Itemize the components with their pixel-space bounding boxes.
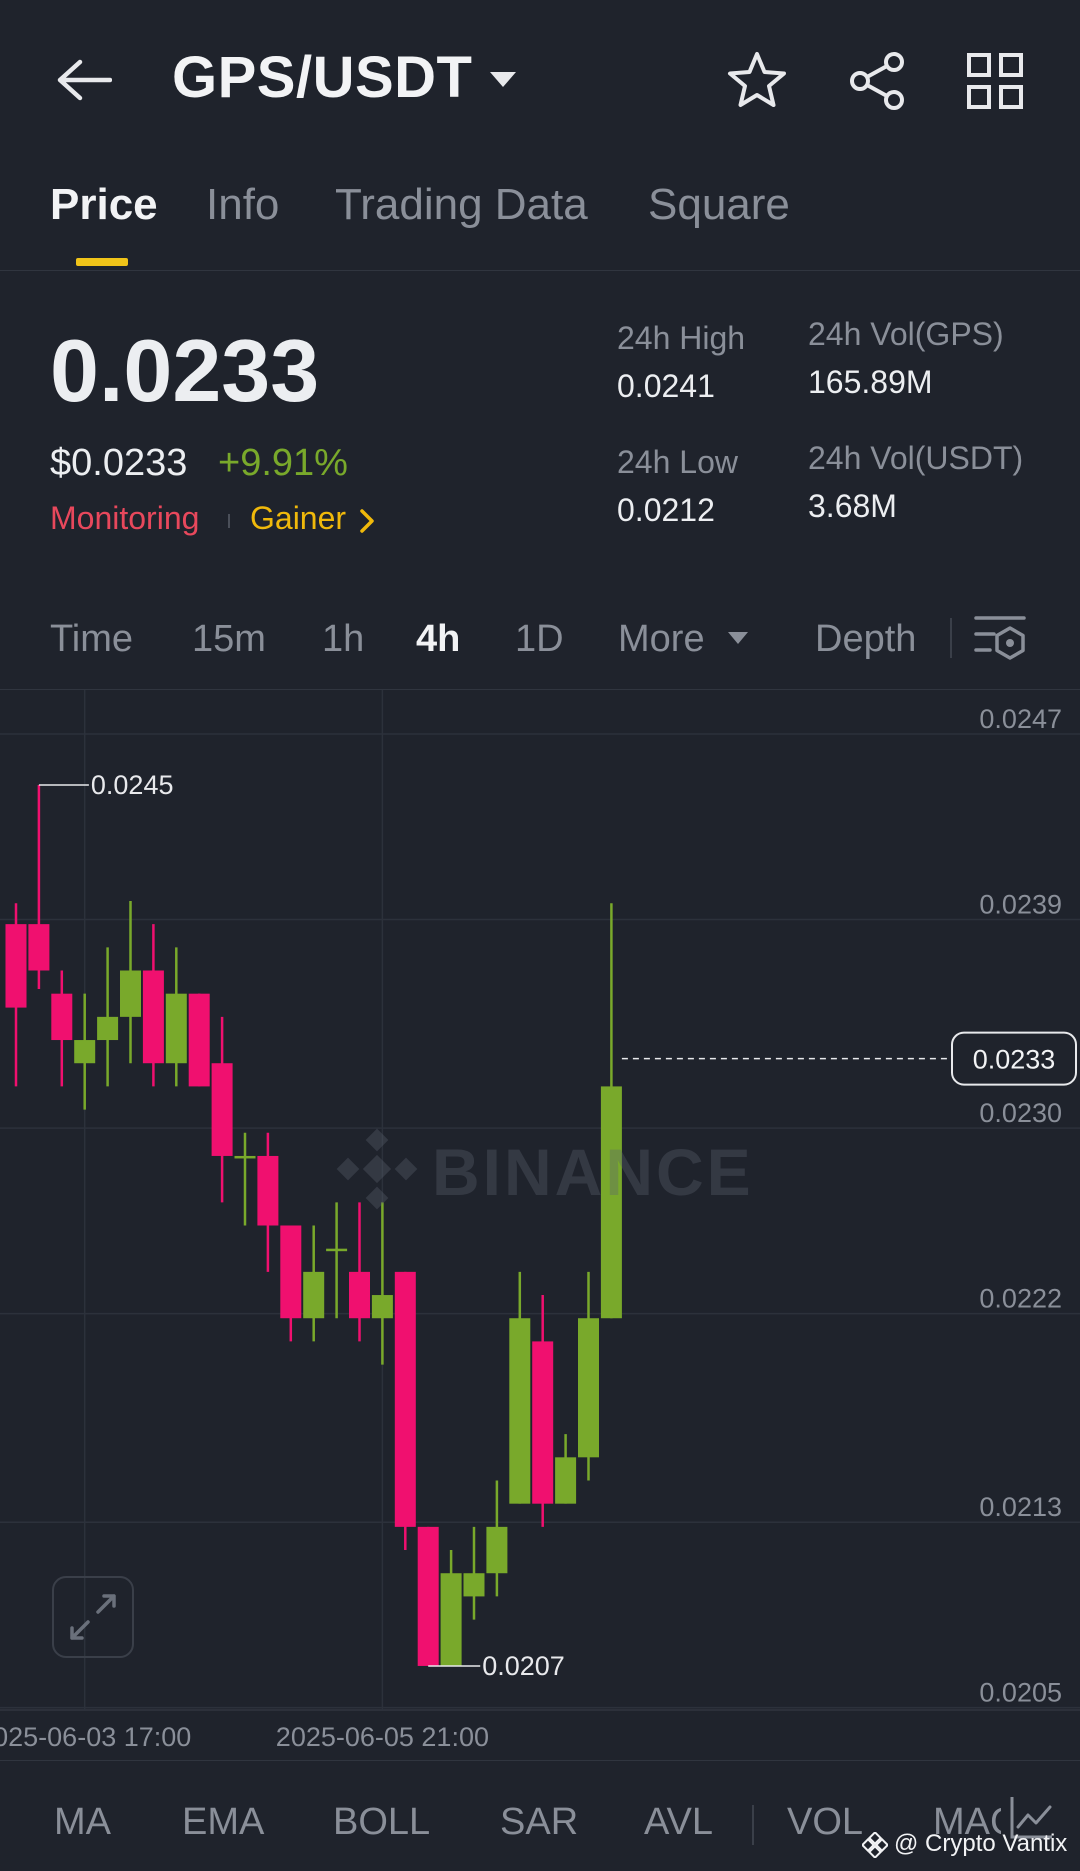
candle-body xyxy=(349,1271,370,1319)
interval-1h[interactable]: 1h xyxy=(322,618,364,661)
gainer-tag[interactable]: Gainer xyxy=(250,500,346,537)
expand-icon xyxy=(70,1594,116,1640)
share-icon[interactable] xyxy=(846,50,908,112)
y-tick-label: 0.0230 xyxy=(979,1098,1062,1128)
depth-button[interactable]: Depth xyxy=(815,618,916,661)
y-tick-label: 0.0222 xyxy=(979,1284,1062,1314)
high-value: 0.0241 xyxy=(617,368,715,404)
tab-price[interactable]: Price xyxy=(50,180,158,230)
usd-price: $0.0233 xyxy=(50,442,188,484)
interval-time[interactable]: Time xyxy=(50,618,133,661)
vol-quote-value: 3.68M xyxy=(808,488,897,524)
vol-quote-label: 24h Vol(USDT) xyxy=(808,440,1024,476)
pair-title[interactable]: GPS/USDT xyxy=(172,44,473,111)
candle-body xyxy=(120,970,141,1017)
active-tab-indicator xyxy=(76,258,128,266)
monitoring-tag[interactable]: Monitoring xyxy=(50,500,199,537)
chevron-down-icon[interactable] xyxy=(488,68,518,90)
min-price-label: 0.0207 xyxy=(482,1651,565,1681)
last-price: 0.0233 xyxy=(50,321,320,420)
star-icon[interactable] xyxy=(726,50,788,112)
price-change-percent: +9.91% xyxy=(218,442,348,484)
candlestick-chart[interactable]: 0.0247 0.0239 0.0230 0.0222 0.0213 0.0205 2025… xyxy=(0,690,1080,1760)
candle-body xyxy=(280,1225,302,1319)
creator-credit: @ Crypto Vantix xyxy=(894,1830,1068,1857)
interval-1d[interactable]: 1D xyxy=(515,618,564,661)
candle-body xyxy=(440,1573,462,1666)
candle-body xyxy=(142,970,164,1064)
candle-body xyxy=(532,1341,554,1504)
y-tick-label: 0.0213 xyxy=(979,1492,1062,1522)
chart-settings-icon[interactable] xyxy=(972,612,1028,664)
candle-body xyxy=(74,1040,96,1064)
candle-body xyxy=(188,993,210,1087)
candle-body xyxy=(5,924,27,1008)
candle-body xyxy=(578,1318,599,1458)
y-tick-label: 0.0247 xyxy=(979,704,1062,734)
candle-body xyxy=(394,1271,416,1527)
tab-info[interactable]: Info xyxy=(206,180,279,230)
interval-divider xyxy=(950,618,952,658)
x-tick-label: 2025-06-05 21:00 xyxy=(276,1722,489,1752)
interval-4h[interactable]: 4h xyxy=(416,618,460,661)
chevron-down-icon[interactable] xyxy=(726,630,750,646)
candle-body xyxy=(417,1526,439,1666)
candle-body xyxy=(509,1318,531,1504)
grid-icon[interactable] xyxy=(966,52,1024,110)
interval-more[interactable]: More xyxy=(618,618,705,661)
candle-body xyxy=(326,1248,348,1252)
binance-watermark: BINANCE xyxy=(336,1124,751,1214)
tab-bar: Price Info Trading Data Square xyxy=(0,170,1080,271)
binance-logo-icon xyxy=(336,1128,418,1210)
candle-body xyxy=(555,1457,577,1504)
watermark-text: BINANCE xyxy=(432,1135,754,1209)
candle-body xyxy=(165,993,187,1064)
y-tick-label: 0.0239 xyxy=(979,890,1062,920)
tag-divider xyxy=(228,514,230,528)
fullscreen-button[interactable] xyxy=(52,1576,134,1658)
chevron-right-icon[interactable] xyxy=(358,508,376,534)
high-label: 24h High xyxy=(617,320,746,356)
header: GPS/USDT xyxy=(0,0,1080,150)
binance-square-logo-icon xyxy=(862,1832,888,1858)
tab-square[interactable]: Square xyxy=(648,180,790,230)
indicator-vol[interactable]: VOL xyxy=(787,1801,863,1844)
y-tick-label: 0.0205 xyxy=(979,1678,1062,1708)
candle-body xyxy=(211,1063,233,1156)
current-price-label: 0.0233 xyxy=(973,1045,1056,1075)
max-price-label: 0.0245 xyxy=(91,770,174,800)
vol-base-label: 24h Vol(GPS) xyxy=(808,316,1004,352)
vol-base-value: 165.89M xyxy=(808,364,933,400)
low-label: 24h Low xyxy=(617,444,738,480)
candle-body xyxy=(51,993,73,1041)
candle-body xyxy=(486,1526,508,1574)
interval-15m[interactable]: 15m xyxy=(192,618,266,661)
candle-body xyxy=(303,1271,325,1319)
back-arrow-icon[interactable] xyxy=(56,58,112,102)
low-value: 0.0212 xyxy=(617,492,715,528)
indicator-ema[interactable]: EMA xyxy=(182,1801,264,1844)
candle-body xyxy=(234,1155,256,1159)
tab-trading-data[interactable]: Trading Data xyxy=(335,180,588,230)
indicator-ma[interactable]: MA xyxy=(54,1801,111,1844)
candle-body xyxy=(371,1295,393,1319)
indicator-avl[interactable]: AVL xyxy=(644,1801,713,1844)
indicator-sar[interactable]: SAR xyxy=(500,1801,578,1844)
indicator-boll[interactable]: BOLL xyxy=(333,1801,430,1844)
candle-body xyxy=(257,1155,279,1226)
candle-body xyxy=(28,924,50,971)
indicator-divider xyxy=(752,1805,754,1845)
candle-body xyxy=(463,1573,485,1597)
x-tick-label: 2025-06-03 17:00 xyxy=(0,1722,191,1752)
candle-body xyxy=(97,1016,119,1041)
